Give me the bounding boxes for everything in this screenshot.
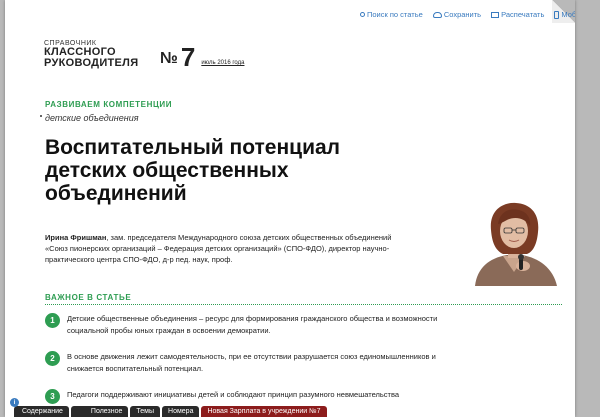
item-number-badge: 1 [45,313,60,328]
print-label: Распечатать [501,10,545,19]
important-divider [45,304,562,305]
item-number-badge: 2 [45,351,60,366]
tab-useful[interactable]: Полезное [70,406,129,417]
article-toolbar: Поиск по статье Сохранить Распечатать Мо… [360,10,575,19]
item-number-badge: 3 [45,389,60,404]
author-name: Ирина Фришман [45,233,107,242]
tab-promo[interactable]: Новая Зарплата в учреждении №7 [201,406,327,417]
info-icon[interactable]: i [10,398,19,407]
author-info: Ирина Фришман, зам. председателя Междуна… [45,232,405,265]
item-text: Педагоги поддерживают инициативы детей и… [67,390,400,399]
subsection-bullet [40,115,42,117]
issue-number: 7 [180,42,196,72]
printer-icon [491,11,500,18]
issue-date-link[interactable]: июль 2016 года [201,60,244,66]
bottom-navigation-bar: Содержание Полезное Темы Номера Новая За… [0,403,600,417]
subsection-heading: детские объединения [45,113,139,123]
article-title: Воспитательный потенциал детских обществ… [45,136,341,205]
important-heading: ВАЖНОЕ В СТАТЬЕ [45,293,132,302]
author-photo [467,200,562,286]
mobile-label: Мобильно [561,10,575,19]
item-text: В основе движения лежит самодеятельность… [67,352,436,373]
issue-number-sign: № [160,50,178,67]
section-heading: РАЗВИВАЕМ КОМПЕТЕНЦИИ [45,100,173,109]
save-label: Сохранить [443,10,482,19]
print-button[interactable]: Распечатать [491,10,544,19]
cloud-icon [432,11,442,18]
issue-info: № 7 июль 2016 года [160,42,244,72]
item-text: Детские общественные объединения – ресур… [67,314,438,335]
tab-useful-label: Полезное [90,408,123,415]
tab-contents[interactable]: Содержание [14,406,69,417]
logo-line-2: РУКОВОДИТЕЛЯ [44,57,139,69]
search-label: Поиск по статье [367,10,423,19]
save-button[interactable]: Сохранить [432,10,482,19]
search-button[interactable]: Поиск по статье [360,10,423,19]
tab-issues[interactable]: Номера [162,406,200,417]
mobile-icon [554,10,560,19]
mobile-button[interactable]: Мобильно [554,10,575,19]
list-item: 1 Детские общественные объединения – рес… [45,313,465,337]
magazine-logo[interactable]: СПРАВОЧНИК КЛАССНОГО РУКОВОДИТЕЛЯ [44,40,138,69]
list-item: 3 Педагоги поддерживают инициативы детей… [45,389,465,404]
search-icon [360,12,365,17]
document-page: Поиск по статье Сохранить Распечатать Мо… [5,0,575,417]
list-item: 2 В основе движения лежит самодеятельнос… [45,351,465,375]
tab-topics[interactable]: Темы [130,406,161,417]
